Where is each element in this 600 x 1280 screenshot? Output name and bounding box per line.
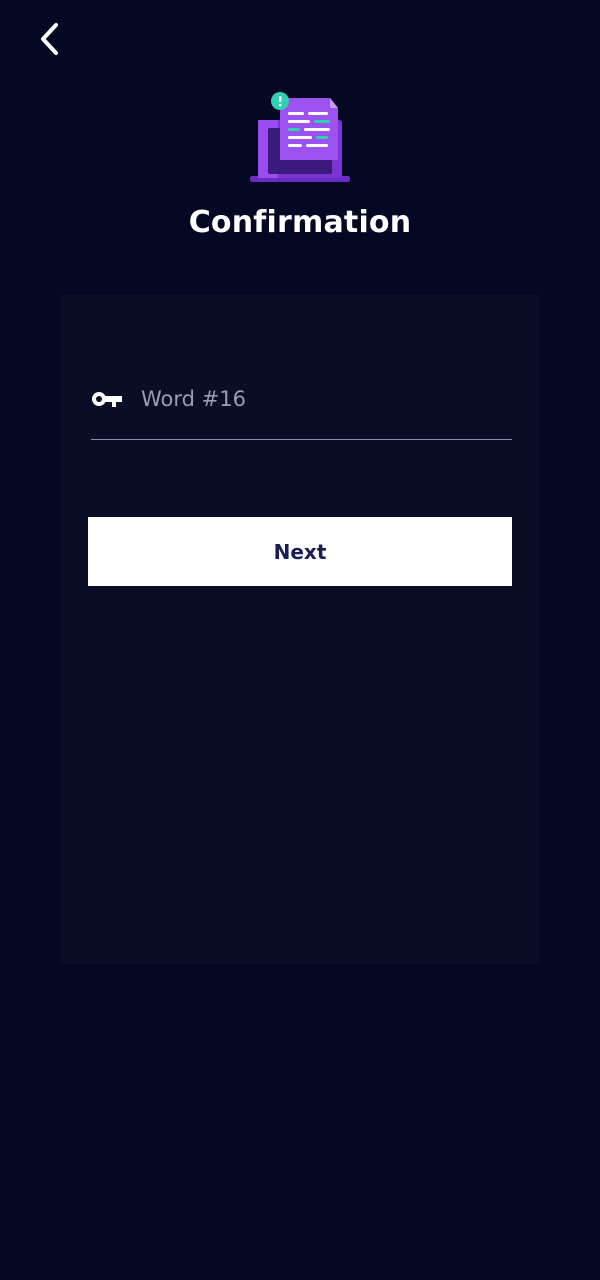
word-field-row	[91, 371, 512, 440]
back-button[interactable]	[30, 18, 70, 60]
word-input[interactable]	[141, 381, 501, 417]
page-title: Confirmation	[188, 205, 412, 240]
key-icon	[92, 392, 122, 407]
laptop-document-icon	[250, 92, 350, 182]
next-button[interactable]: Next	[88, 517, 512, 586]
confirmation-card: Next	[61, 295, 539, 964]
chevron-left-icon	[41, 23, 58, 55]
